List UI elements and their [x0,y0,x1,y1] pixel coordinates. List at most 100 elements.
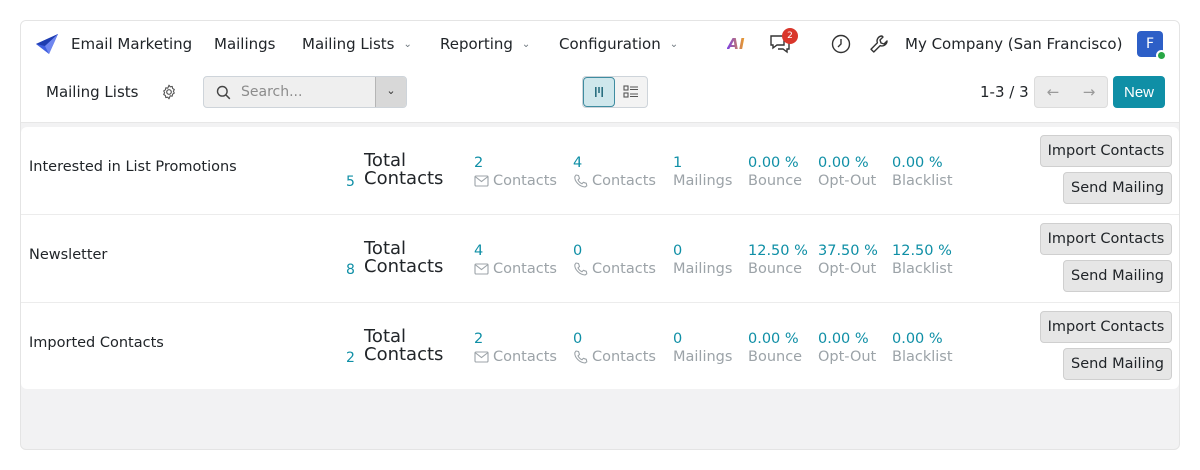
bounce-label: Bounce [748,173,803,189]
avatar-letter: F [1145,36,1155,52]
total-contacts-count[interactable]: 5 [346,174,355,190]
search-options-toggle[interactable]: ⌄ [375,77,406,107]
blacklist-stat[interactable]: 0.00 % Blacklist [892,330,953,366]
mailings-label: Mailings [673,173,733,189]
bounce-stat[interactable]: 12.50 % Bounce [748,242,808,278]
import-contacts-button[interactable]: Import Contacts [1040,135,1172,167]
bounce-stat[interactable]: 0.00 % Bounce [748,330,802,366]
messages-button[interactable]: 2 [768,28,798,56]
optout-label: Opt-Out [818,261,877,277]
email-contacts-stat[interactable]: 4 Contacts [474,242,557,278]
control-panel: Mailing Lists ⌄ [21,67,1179,123]
bounce-value: 0.00 % [748,331,799,347]
bounce-label: Bounce [748,261,803,277]
list-item[interactable]: Interested in List Promotions 5 Total Co… [21,127,1179,215]
activity-button[interactable] [829,32,853,56]
pager-previous-button[interactable]: ← [1035,77,1071,107]
contacts-text: Contacts [592,349,656,365]
search-icon [216,85,231,99]
contacts-text: Contacts [493,173,557,189]
phone-contacts-label: Contacts [573,172,656,190]
contacts-text: Contacts [493,261,557,277]
import-contacts-button[interactable]: Import Contacts [1040,223,1172,255]
bounce-value: 12.50 % [748,243,808,259]
total-contacts-label: Total Contacts [364,152,443,188]
mailings-stat[interactable]: 1 Mailings [673,154,732,190]
brand[interactable]: Email Marketing [35,33,192,55]
list-name: Newsletter [29,247,108,263]
arrow-right-icon: → [1082,83,1096,101]
new-button[interactable]: New [1113,76,1165,108]
mailings-label: Mailings [673,349,733,365]
mailings-value: 0 [673,331,683,347]
import-contacts-button[interactable]: Import Contacts [1040,311,1172,343]
arrow-left-icon: ← [1046,83,1060,101]
blacklist-stat[interactable]: 0.00 % Blacklist [892,154,953,190]
mailings-stat[interactable]: 0 Mailings [673,330,732,366]
phone-contacts-stat[interactable]: 0 Contacts [573,330,656,366]
menu-reporting[interactable]: Reporting ⌄ [440,35,530,53]
phone-icon [574,174,588,188]
email-contacts-value: 2 [474,155,484,171]
phone-contacts-stat[interactable]: 0 Contacts [573,242,656,278]
email-contacts-value: 2 [474,331,484,347]
mailing-lists-list: Interested in List Promotions 5 Total Co… [21,127,1179,389]
blacklist-value: 12.50 % [892,243,952,259]
bounce-stat[interactable]: 0.00 % Bounce [748,154,802,190]
breadcrumb-title: Mailing Lists [46,83,139,101]
optout-stat[interactable]: 0.00 % Opt-Out [818,330,876,366]
phone-contacts-label: Contacts [573,348,656,366]
send-mailing-button[interactable]: Send Mailing [1063,260,1172,292]
menu-configuration[interactable]: Configuration ⌄ [559,35,678,53]
chevron-down-icon: ⌄ [403,38,412,50]
envelope-icon [474,351,489,363]
optout-value: 0.00 % [818,155,869,171]
bounce-label: Bounce [748,349,803,365]
kanban-view-button[interactable] [583,77,615,107]
contacts-text: Contacts [493,349,557,365]
chevron-down-icon: ⌄ [669,38,679,50]
optout-stat[interactable]: 0.00 % Opt-Out [818,154,876,190]
optout-label: Opt-Out [818,349,877,365]
app-name: Email Marketing [71,35,193,53]
list-item[interactable]: Imported Contacts 2 Total Contacts 2 Con… [21,303,1179,389]
mailings-value: 1 [673,155,683,171]
view-switcher [582,76,648,108]
list-view-button[interactable] [615,77,647,107]
chevron-down-icon: ⌄ [521,38,531,50]
pager-next-button[interactable]: → [1071,77,1107,107]
menu-mailings-label: Mailings [214,35,276,53]
phone-contacts-value: 0 [573,331,583,347]
phone-contacts-stat[interactable]: 4 Contacts [573,154,656,190]
list-icon [623,85,638,98]
search-input[interactable] [241,84,361,100]
mailings-stat[interactable]: 0 Mailings [673,242,732,278]
list-item[interactable]: Newsletter 8 Total Contacts 4 Contacts 0 [21,215,1179,303]
pager-value[interactable]: 1-3 / 3 [980,83,1029,101]
menu-reporting-label: Reporting [440,35,513,53]
email-contacts-stat[interactable]: 2 Contacts [474,330,557,366]
user-avatar[interactable]: F [1137,31,1167,61]
phone-icon [574,350,588,364]
debug-button[interactable] [867,32,891,56]
paper-plane-icon [36,34,58,54]
envelope-icon [474,263,489,275]
ai-button[interactable]: AI [724,32,748,56]
phone-contacts-value: 4 [573,155,583,171]
optout-stat[interactable]: 37.50 % Opt-Out [818,242,878,278]
send-mailing-button[interactable]: Send Mailing [1063,172,1172,204]
gear-icon[interactable] [161,84,177,104]
email-contacts-stat[interactable]: 2 Contacts [474,154,557,190]
total-contacts-count[interactable]: 2 [346,350,355,366]
company-switcher[interactable]: My Company (San Francisco) [905,35,1122,53]
menu-mailing-lists[interactable]: Mailing Lists ⌄ [302,35,412,53]
phone-contacts-value: 0 [573,243,583,259]
total-contacts-count[interactable]: 8 [346,262,355,278]
total-contacts-label: Total Contacts [364,328,443,364]
phone-contacts-label: Contacts [573,260,656,278]
pager-buttons: ← → [1034,76,1108,108]
send-mailing-button[interactable]: Send Mailing [1063,348,1172,380]
blacklist-stat[interactable]: 12.50 % Blacklist [892,242,953,278]
menu-mailings[interactable]: Mailings [214,35,275,53]
blacklist-label: Blacklist [892,349,953,365]
